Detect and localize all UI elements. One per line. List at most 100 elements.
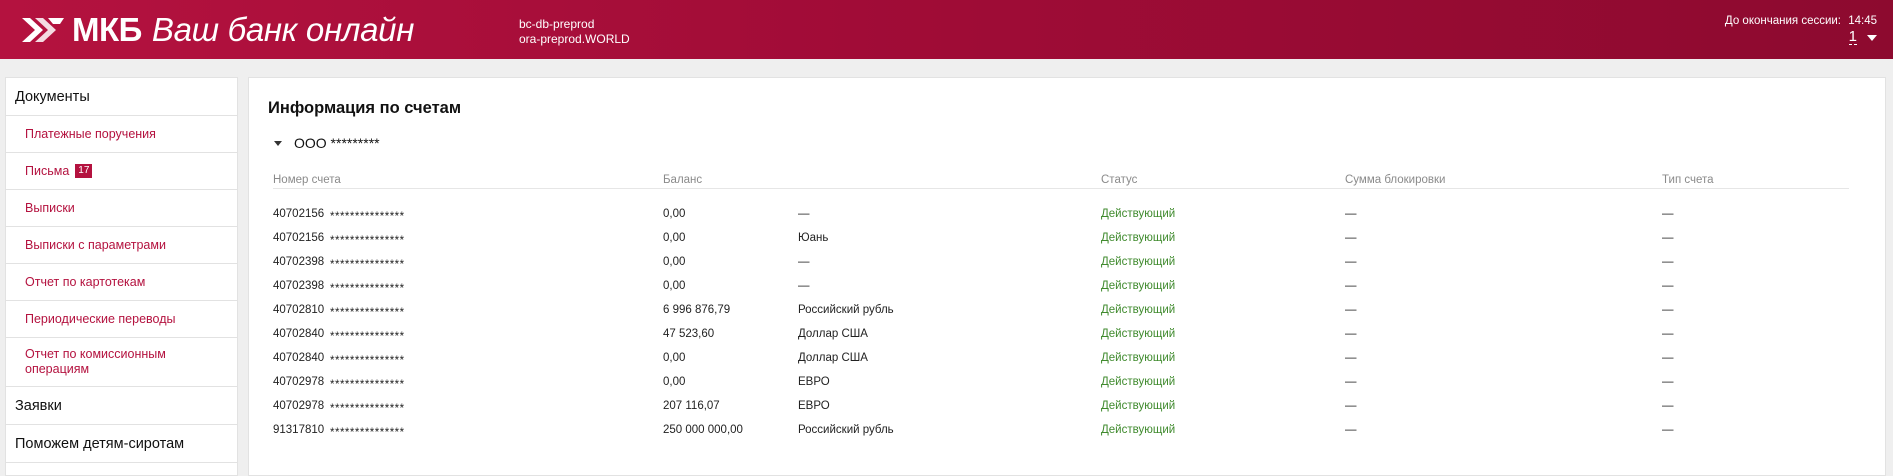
account-mask: ***************	[330, 259, 405, 271]
sidebar-item-label: Выписки с параметрами	[25, 238, 166, 252]
balance-value: 47 523,60	[663, 328, 715, 340]
table-row[interactable]: 40702156 *************** 0,00 Юань Действующ…	[273, 232, 1849, 252]
currency-value: ЕВРО	[798, 376, 830, 388]
currency-value: Российский рубль	[798, 424, 894, 436]
col-status: Статус	[1101, 174, 1138, 186]
table-row[interactable]: 40702840 *************** 47 523,60 Доллар С…	[273, 328, 1849, 348]
account-mask: ***************	[330, 355, 405, 367]
unread-count-badge: 17	[75, 164, 93, 178]
table-row[interactable]: 40702398 *************** 0,00 — Действующий —…	[273, 256, 1849, 276]
type-value: —	[1662, 328, 1674, 340]
session-timer: До окончания сессии: 14:45	[1725, 15, 1877, 27]
table-row[interactable]: 40702398 *************** 0,00 — Действующий —…	[273, 280, 1849, 300]
balance-value: 0,00	[663, 208, 686, 220]
account-number: 40702840	[273, 352, 325, 364]
logo[interactable]: МКБ Ваш банк онлайн	[20, 10, 414, 50]
blocked-value: —	[1345, 256, 1357, 268]
blocked-value: —	[1345, 376, 1357, 388]
sidebar-item-label: Выписки	[25, 201, 75, 215]
type-value: —	[1662, 424, 1674, 436]
currency-value: —	[798, 256, 810, 268]
sidebar-item-periodic-transfers[interactable]: Периодические переводы	[6, 301, 237, 338]
currency-value: Юань	[798, 232, 829, 244]
type-value: —	[1662, 280, 1674, 292]
caret-down-icon[interactable]	[274, 140, 282, 146]
type-value: —	[1662, 376, 1674, 388]
blocked-value: —	[1345, 352, 1357, 364]
type-value: —	[1662, 304, 1674, 316]
table-row[interactable]: 40702156 *************** 0,00 — Действующий —…	[273, 208, 1849, 228]
account-mask: ***************	[330, 331, 405, 343]
sidebar-item-letters[interactable]: Письма 17	[6, 153, 237, 190]
status-value: Действующий	[1101, 328, 1176, 340]
blocked-value: —	[1345, 232, 1357, 244]
accounts-panel: Информация по счетам ООО ********* Номер…	[248, 77, 1886, 476]
table-row[interactable]: 40702840 *************** 0,00 Доллар США Дей…	[273, 352, 1849, 372]
sidebar-section-documents[interactable]: Документы	[6, 78, 237, 116]
account-mask: ***************	[330, 379, 405, 391]
account-mask: ***************	[330, 283, 405, 295]
status-value: Действующий	[1101, 232, 1176, 244]
sidebar-section-charity[interactable]: Поможем детям-сиротам	[6, 425, 237, 463]
type-value: —	[1662, 400, 1674, 412]
type-value: —	[1662, 208, 1674, 220]
sidebar-item-label: Отчет по комиссионным операциям	[25, 347, 166, 376]
col-blocked: Сумма блокировки	[1345, 174, 1446, 186]
sidebar-section-requests[interactable]: Заявки	[6, 387, 237, 425]
currency-value: Доллар США	[798, 352, 868, 364]
currency-value: ЕВРО	[798, 400, 830, 412]
account-number: 40702156	[273, 232, 325, 244]
user-number[interactable]: 1	[1848, 29, 1857, 45]
balance-value: 0,00	[663, 232, 686, 244]
col-type: Тип счета	[1662, 174, 1714, 186]
company-group-toggle[interactable]: ООО *********	[274, 135, 380, 151]
blocked-value: —	[1345, 328, 1357, 340]
status-value: Действующий	[1101, 208, 1176, 220]
currency-value: —	[798, 280, 810, 292]
account-number: 40702840	[273, 328, 325, 340]
balance-value: 0,00	[663, 280, 686, 292]
table-row[interactable]: 91317810 *************** 250 000 000,00 Рос…	[273, 424, 1849, 444]
sidebar-item-commission-report[interactable]: Отчет по комиссионным операциям	[6, 338, 237, 387]
account-mask: ***************	[330, 211, 405, 223]
balance-value: 0,00	[663, 376, 686, 388]
top-bar: МКБ Ваш банк онлайн bc-db-preprod ora-pr…	[0, 0, 1893, 59]
account-number: 40702978	[273, 376, 325, 388]
type-value: —	[1662, 352, 1674, 364]
balance-value: 207 116,07	[663, 400, 720, 412]
environment-info: bc-db-preprod ora-preprod.WORLD	[519, 17, 630, 47]
db-name: bc-db-preprod	[519, 17, 595, 31]
status-value: Действующий	[1101, 256, 1176, 268]
blocked-value: —	[1345, 280, 1357, 292]
account-number: 40702398	[273, 256, 325, 268]
blocked-value: —	[1345, 424, 1357, 436]
account-mask: ***************	[330, 403, 405, 415]
sidebar-item-statements-params[interactable]: Выписки с параметрами	[6, 227, 237, 264]
table-row[interactable]: 40702978 *************** 0,00 ЕВРО Действующ…	[273, 376, 1849, 396]
sidebar-item-label: Периодические переводы	[25, 312, 176, 326]
brand-slogan: Ваш банк онлайн	[151, 11, 415, 48]
sidebar-item-payment-orders[interactable]: Платежные поручения	[6, 116, 237, 153]
mkb-logo-icon	[22, 18, 64, 42]
sidebar-item-label: Платежные поручения	[25, 127, 156, 141]
currency-value: —	[798, 208, 810, 220]
session-label: До окончания сессии:	[1724, 15, 1842, 27]
sidebar-item-card-index-report[interactable]: Отчет по картотекам	[6, 264, 237, 301]
table-row[interactable]: 40702810 *************** 6 996 876,79 Росси…	[273, 304, 1849, 324]
sidebar-item-label: Письма	[25, 164, 70, 178]
account-number: 91317810	[273, 424, 325, 436]
table-row[interactable]: 40702978 *************** 207 116,07 ЕВРО Дей…	[273, 400, 1849, 420]
blocked-value: —	[1345, 304, 1357, 316]
account-number: 40702156	[273, 208, 325, 220]
account-mask: ***************	[330, 235, 405, 247]
account-number: 40702978	[273, 400, 325, 412]
user-menu[interactable]: 1	[1848, 29, 1877, 45]
status-value: Действующий	[1101, 400, 1176, 412]
type-value: —	[1662, 256, 1674, 268]
status-value: Действующий	[1101, 304, 1176, 316]
balance-value: 0,00	[663, 352, 686, 364]
session-time: 14:45	[1848, 15, 1877, 27]
sidebar-item-statements[interactable]: Выписки	[6, 190, 237, 227]
col-balance: Баланс	[663, 174, 703, 186]
chevron-down-icon[interactable]	[1867, 34, 1877, 41]
